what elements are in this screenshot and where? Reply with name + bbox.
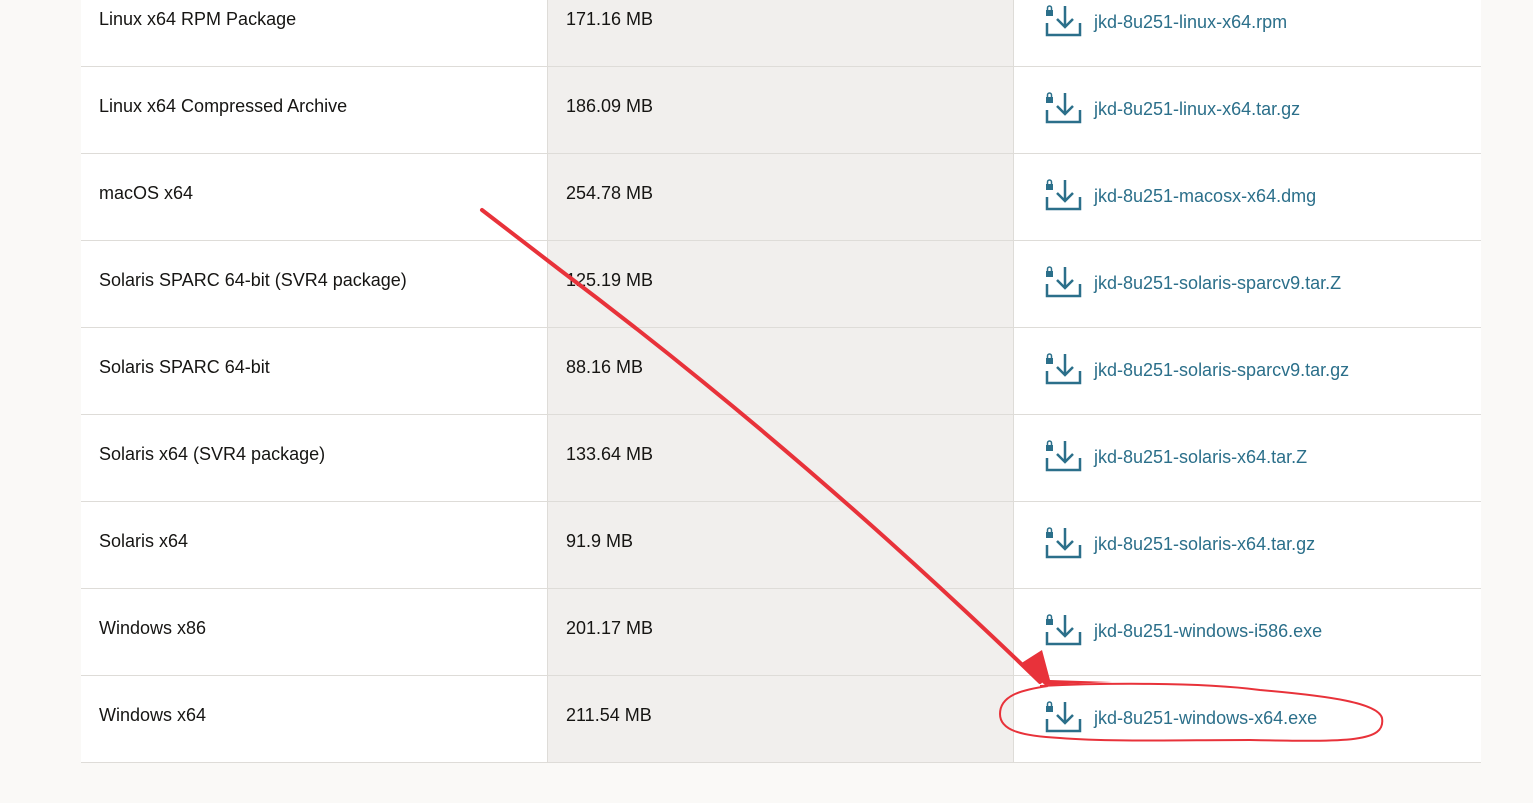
lock-download-icon — [1045, 92, 1082, 124]
download-link[interactable]: jkd-8u251-windows-i586.exe — [1044, 613, 1322, 649]
lock-download-icon — [1045, 353, 1082, 385]
download-link[interactable]: jkd-8u251-linux-x64.rpm — [1044, 4, 1287, 40]
table-row: Solaris x64 (SVR4 package) 133.64 MB jkd… — [81, 415, 1481, 502]
download-cell: jkd-8u251-solaris-x64.tar.gz — [1014, 502, 1481, 588]
table-row: Solaris SPARC 64-bit 88.16 MB jkd-8u251-… — [81, 328, 1481, 415]
download-cell: jkd-8u251-solaris-sparcv9.tar.gz — [1014, 328, 1481, 414]
size-cell: 254.78 MB — [547, 154, 1014, 240]
download-filename: jkd-8u251-solaris-x64.tar.Z — [1094, 446, 1308, 467]
product-cell: Windows x86 — [81, 589, 547, 675]
lock-download-icon — [1045, 266, 1082, 298]
product-cell: Solaris SPARC 64-bit — [81, 328, 547, 414]
lock-download-icon — [1045, 527, 1082, 559]
download-cell: jkd-8u251-solaris-sparcv9.tar.Z — [1014, 241, 1481, 327]
table-row: Solaris SPARC 64-bit (SVR4 package) 125.… — [81, 241, 1481, 328]
download-link[interactable]: jkd-8u251-solaris-x64.tar.gz — [1044, 526, 1315, 562]
table-row: Linux x64 RPM Package 171.16 MB jkd-8u25… — [81, 0, 1481, 67]
size-cell: 171.16 MB — [547, 0, 1014, 66]
lock-download-icon — [1045, 5, 1082, 37]
size-cell: 186.09 MB — [547, 67, 1014, 153]
download-cell: jkd-8u251-macosx-x64.dmg — [1014, 154, 1481, 240]
download-cell: jkd-8u251-windows-i586.exe — [1014, 589, 1481, 675]
download-cell: jkd-8u251-solaris-x64.tar.Z — [1014, 415, 1481, 501]
product-cell: Linux x64 RPM Package — [81, 0, 547, 66]
size-cell: 201.17 MB — [547, 589, 1014, 675]
lock-download-icon — [1045, 179, 1082, 211]
download-link[interactable]: jkd-8u251-solaris-sparcv9.tar.gz — [1044, 352, 1349, 388]
size-cell: 88.16 MB — [547, 328, 1014, 414]
table-row: Solaris x64 91.9 MB jkd-8u251-solaris-x6… — [81, 502, 1481, 589]
size-cell: 125.19 MB — [547, 241, 1014, 327]
download-cell: jkd-8u251-windows-x64.exe — [1014, 676, 1481, 762]
download-link[interactable]: jkd-8u251-windows-x64.exe — [1044, 700, 1317, 736]
product-cell: Linux x64 Compressed Archive — [81, 67, 547, 153]
download-link[interactable]: jkd-8u251-solaris-x64.tar.Z — [1044, 439, 1307, 475]
download-filename: jkd-8u251-linux-x64.tar.gz — [1094, 98, 1301, 119]
product-cell: Windows x64 — [81, 676, 547, 762]
download-link[interactable]: jkd-8u251-macosx-x64.dmg — [1044, 178, 1316, 214]
table-row: macOS x64 254.78 MB jkd-8u251-macosx-x64… — [81, 154, 1481, 241]
table-row: Linux x64 Compressed Archive 186.09 MB j… — [81, 67, 1481, 154]
product-cell: Solaris SPARC 64-bit (SVR4 package) — [81, 241, 547, 327]
lock-download-icon — [1045, 701, 1082, 733]
download-filename: jkd-8u251-macosx-x64.dmg — [1094, 185, 1317, 206]
download-link[interactable]: jkd-8u251-linux-x64.tar.gz — [1044, 91, 1300, 127]
lock-download-icon — [1045, 440, 1082, 472]
size-cell: 211.54 MB — [547, 676, 1014, 762]
product-cell: macOS x64 — [81, 154, 547, 240]
product-cell: Solaris x64 (SVR4 package) — [81, 415, 547, 501]
size-cell: 91.9 MB — [547, 502, 1014, 588]
download-cell: jkd-8u251-linux-x64.rpm — [1014, 0, 1481, 66]
download-filename: jkd-8u251-windows-i586.exe — [1094, 620, 1323, 641]
download-filename: jkd-8u251-linux-x64.rpm — [1094, 11, 1288, 32]
product-cell: Solaris x64 — [81, 502, 547, 588]
lock-download-icon — [1045, 614, 1082, 646]
size-cell: 133.64 MB — [547, 415, 1014, 501]
download-filename: jkd-8u251-solaris-sparcv9.tar.gz — [1094, 359, 1350, 380]
download-page: Linux x64 RPM Package 171.16 MB jkd-8u25… — [0, 0, 1533, 803]
table-row: Windows x86 201.17 MB jkd-8u251-windows-… — [81, 589, 1481, 676]
downloads-table: Linux x64 RPM Package 171.16 MB jkd-8u25… — [81, 0, 1481, 763]
table-row: Windows x64 211.54 MB jkd-8u251-windows-… — [81, 676, 1481, 763]
download-cell: jkd-8u251-linux-x64.tar.gz — [1014, 67, 1481, 153]
download-filename: jkd-8u251-solaris-sparcv9.tar.Z — [1094, 272, 1342, 293]
download-filename: jkd-8u251-windows-x64.exe — [1094, 707, 1318, 728]
download-link[interactable]: jkd-8u251-solaris-sparcv9.tar.Z — [1044, 265, 1341, 301]
download-filename: jkd-8u251-solaris-x64.tar.gz — [1094, 533, 1316, 554]
